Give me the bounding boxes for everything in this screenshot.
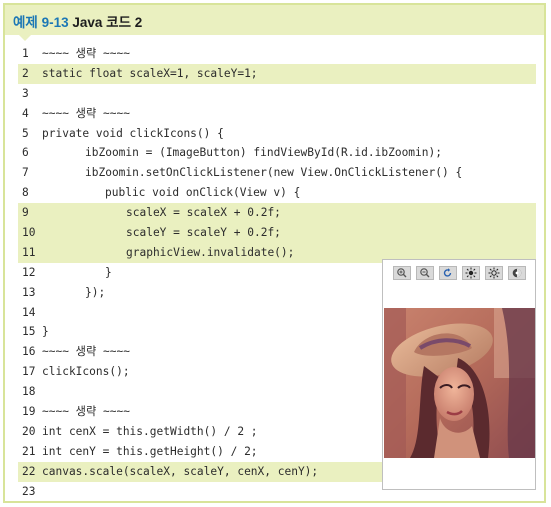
code-text: int cenX = this.getWidth() / 2 ; xyxy=(42,424,258,438)
code-line: 10 scaleY = scaleY + 0.2f; xyxy=(18,223,536,243)
code-line: 4 ~~~~ 생략 ~~~~ xyxy=(18,104,536,124)
code-line: 6 ibZoomin = (ImageButton) findViewById(R… xyxy=(18,143,536,163)
code-text: private void clickIcons() { xyxy=(42,126,224,140)
code-text: int cenY = this.getHeight() / 2; xyxy=(42,444,258,458)
app-preview xyxy=(382,259,536,490)
code-text: } xyxy=(42,325,49,339)
line-number: 5 xyxy=(22,126,29,140)
code-line: 9 scaleX = scaleX + 0.2f; xyxy=(18,203,536,224)
line-number: 13 xyxy=(22,285,36,299)
line-number: 18 xyxy=(22,385,36,399)
preview-toolbar xyxy=(393,266,527,282)
code-line: 8 public void onClick(View v) { xyxy=(18,183,536,203)
rotate-icon[interactable] xyxy=(439,266,457,280)
line-number: 3 xyxy=(22,86,29,100)
code-text: clickIcons(); xyxy=(42,365,130,379)
code-text: static float scaleX=1, scaleY=1; xyxy=(42,66,258,80)
example-caption: Java 코드 2 xyxy=(72,15,143,30)
code-line: 1 ~~~~ 생략 ~~~~ xyxy=(18,44,536,64)
line-number: 20 xyxy=(22,424,36,438)
code-text: ibZoomin = (ImageButton) findViewById(R.… xyxy=(85,146,442,160)
code-text: scaleX = scaleX + 0.2f; xyxy=(126,206,281,220)
code-text: ~~~~ 생략 ~~~~ xyxy=(42,345,130,359)
line-number: 19 xyxy=(22,405,36,419)
line-number: 22 xyxy=(22,464,36,478)
line-number: 2 xyxy=(22,66,29,80)
code-text: public void onClick(View v) { xyxy=(105,186,301,200)
code-text: ~~~~ 생략 ~~~~ xyxy=(42,106,130,120)
code-text: canvas.scale(scaleX, scaleY, cenX, cenY)… xyxy=(42,464,319,478)
example-number: 예제 9-13 xyxy=(13,15,69,30)
code-text: graphicView.invalidate(); xyxy=(126,245,295,259)
line-number: 23 xyxy=(22,484,36,498)
header-notch xyxy=(19,35,31,41)
brightness-up-icon[interactable] xyxy=(462,266,480,280)
portrait-photo xyxy=(384,308,535,458)
line-number: 17 xyxy=(22,365,36,379)
code-text: ~~~~ 생략 ~~~~ xyxy=(42,405,130,419)
code-line: 3 xyxy=(18,84,536,104)
code-text: }); xyxy=(85,285,106,299)
code-line: 2 static float scaleX=1, scaleY=1; xyxy=(18,63,536,84)
line-number: 7 xyxy=(22,166,29,180)
zoom-in-icon[interactable] xyxy=(393,266,411,280)
line-number: 9 xyxy=(22,206,29,220)
line-number: 10 xyxy=(22,226,36,240)
line-number: 1 xyxy=(22,47,29,60)
line-number: 16 xyxy=(22,345,36,359)
code-text: ~~~~ 생략 ~~~~ xyxy=(42,47,130,60)
example-frame: 예제 9-13 Java 코드 2 1 ~~~~ 생략 ~~~~ 2 static f… xyxy=(3,3,546,503)
code-line: 7 ibZoomin.setOnClickListener(new View.On… xyxy=(18,163,536,183)
code-text: ibZoomin.setOnClickListener(new View.OnC… xyxy=(85,166,463,180)
grayscale-icon[interactable] xyxy=(508,266,526,280)
line-number: 14 xyxy=(22,305,36,319)
code-text: scaleY = scaleY + 0.2f; xyxy=(126,226,281,240)
brightness-down-icon[interactable] xyxy=(485,266,503,280)
example-header: 예제 9-13 Java 코드 2 xyxy=(5,5,544,41)
example-title: 예제 9-13 Java 코드 2 xyxy=(13,11,142,31)
zoom-out-icon[interactable] xyxy=(416,266,434,280)
line-number: 11 xyxy=(22,245,36,259)
line-number: 6 xyxy=(22,146,29,160)
line-number: 12 xyxy=(22,265,36,279)
line-number: 8 xyxy=(22,186,29,200)
line-number: 15 xyxy=(22,325,36,339)
code-text: } xyxy=(105,265,112,279)
line-number: 21 xyxy=(22,444,36,458)
code-line: 5 private void clickIcons() { xyxy=(18,124,536,144)
line-number: 4 xyxy=(22,106,29,120)
